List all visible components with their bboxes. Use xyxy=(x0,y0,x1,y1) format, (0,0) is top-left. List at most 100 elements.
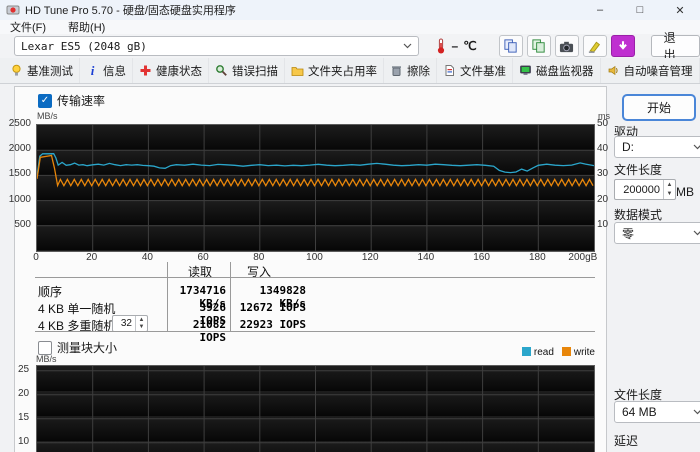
row-4k-multi-write: 22923 IOPS xyxy=(232,318,306,331)
tab-disk-monitor[interactable]: 磁盘监视器 xyxy=(513,58,601,83)
checkbox-checked-icon: ✓ xyxy=(38,94,52,108)
thermometer-icon xyxy=(435,38,447,54)
info-icon: i xyxy=(86,64,99,77)
camera-icon xyxy=(558,39,575,54)
svg-text:i: i xyxy=(91,64,95,77)
tab-benchmark[interactable]: 基准测试 xyxy=(4,58,80,83)
drive-selector-value: Lexar ES5 (2048 gB) xyxy=(21,40,147,53)
tab-label: 信息 xyxy=(103,63,126,79)
legend-write-label: write xyxy=(574,347,595,358)
tab-file-benchmark[interactable]: 文件基准 xyxy=(437,58,513,83)
drive-dropdown-value: D: xyxy=(622,140,634,154)
file-length-unit: MB xyxy=(676,185,694,199)
file-length-label: 文件长度 xyxy=(614,161,662,178)
minimize-button[interactable]: – xyxy=(580,0,620,20)
legend-write: write xyxy=(562,347,595,358)
chart2-legend: read write xyxy=(522,347,595,358)
row-sequential-label: 顺序 xyxy=(38,283,62,300)
spinner-up-icon[interactable]: ▲ xyxy=(664,180,675,190)
spinner-down-icon[interactable]: ▼ xyxy=(136,324,147,332)
chart2-y-unit: MB/s xyxy=(36,354,57,364)
copy-blue-icon xyxy=(503,38,519,54)
menu-bar: 文件(F) 帮助(H) xyxy=(0,20,700,34)
hd-tune-window: HD Tune Pro 5.70 - 硬盘/固态硬盘实用程序 – □ ✕ 文件(… xyxy=(0,0,700,452)
tab-health[interactable]: 健康状态 xyxy=(133,58,209,83)
copy-image-button[interactable] xyxy=(527,35,551,57)
tab-aam[interactable]: 自动噪音管理 xyxy=(601,58,700,83)
queue-depth-value: 32 xyxy=(113,318,135,329)
tab-label: 磁盘监视器 xyxy=(536,63,594,79)
temperature-value: – xyxy=(452,39,459,53)
menu-help[interactable]: 帮助(H) xyxy=(66,19,107,35)
tab-label: 健康状态 xyxy=(156,63,202,79)
legend-read-label: read xyxy=(534,347,554,358)
chart1-y2-unit: ms xyxy=(598,111,610,121)
maximize-button[interactable]: □ xyxy=(620,0,660,20)
drive-selector[interactable]: Lexar ES5 (2048 gB) xyxy=(14,36,419,56)
data-mode-value: 零 xyxy=(622,225,634,242)
tab-label: 自动噪音管理 xyxy=(624,63,693,79)
exit-button[interactable]: 退出 xyxy=(651,35,700,57)
file-length2-dropdown[interactable]: 64 MB xyxy=(614,401,700,423)
transfer-rate-chart xyxy=(36,124,595,252)
tab-info[interactable]: i 信息 xyxy=(80,58,133,83)
toolbar-buttons xyxy=(499,35,635,57)
copy-green-icon xyxy=(531,38,547,54)
highlight-button[interactable] xyxy=(583,35,607,57)
title-bar: HD Tune Pro 5.70 - 硬盘/固态硬盘实用程序 – □ ✕ xyxy=(0,0,700,20)
row-4k-single-write: 12672 IOPS xyxy=(232,301,306,314)
transfer-rate-label: 传输速率 xyxy=(57,92,105,109)
chevron-down-icon xyxy=(693,230,700,236)
block-size-chart xyxy=(36,365,595,452)
highlighter-icon xyxy=(587,39,602,54)
block-size-label: 测量块大小 xyxy=(57,339,117,356)
file-length-value: 200000 xyxy=(615,184,663,196)
speaker-icon xyxy=(607,64,620,77)
spinner-arrows: ▲▼ xyxy=(663,180,675,199)
tab-erase[interactable]: 擦除 xyxy=(384,58,437,83)
chevron-down-icon xyxy=(693,144,700,150)
tab-label: 文件夹占用率 xyxy=(308,63,377,79)
spinner-arrows: ▲▼ xyxy=(135,316,147,331)
latency-label: 延迟 xyxy=(614,432,638,449)
toolbar: Lexar ES5 (2048 gB) – ℃ 退出 xyxy=(0,34,700,59)
tab-label: 错误扫描 xyxy=(232,63,278,79)
app-icon xyxy=(6,3,20,17)
magnifier-icon xyxy=(215,64,228,77)
table-vline-2 xyxy=(230,262,231,331)
drive-dropdown[interactable]: D: xyxy=(614,136,700,158)
chevron-down-icon xyxy=(403,43,412,49)
screenshot-button[interactable] xyxy=(555,35,579,57)
spinner-up-icon[interactable]: ▲ xyxy=(136,316,147,324)
data-mode-dropdown[interactable]: 零 xyxy=(614,222,700,244)
health-cross-icon xyxy=(139,64,152,77)
save-results-button[interactable] xyxy=(611,35,635,57)
checkbox-unchecked-icon xyxy=(38,341,52,355)
legend-read: read xyxy=(522,347,554,358)
window-title: HD Tune Pro 5.70 - 硬盘/固态硬盘实用程序 xyxy=(25,2,236,18)
temperature-display: – ℃ xyxy=(435,38,477,54)
data-mode-label: 数据模式 xyxy=(614,206,662,223)
trash-icon xyxy=(390,64,403,77)
monitor-icon xyxy=(519,64,532,77)
tab-bar: 基准测试 i信息 健康状态 错误扫描 文件夹占用率 擦除 文件基准 磁盘监视器 … xyxy=(0,58,700,84)
write-swatch-icon xyxy=(562,347,571,356)
queue-depth-spinner[interactable]: 32 ▲▼ xyxy=(112,315,148,332)
spinner-down-icon[interactable]: ▼ xyxy=(664,190,675,200)
tab-label: 擦除 xyxy=(407,63,430,79)
tab-folder-usage[interactable]: 文件夹占用率 xyxy=(285,58,384,83)
close-button[interactable]: ✕ xyxy=(660,0,700,20)
copy-text-button[interactable] xyxy=(499,35,523,57)
file-icon xyxy=(443,64,456,77)
read-swatch-icon xyxy=(522,347,531,356)
menu-file[interactable]: 文件(F) xyxy=(8,19,48,35)
tab-error-scan[interactable]: 错误扫描 xyxy=(209,58,285,83)
table-header-divider xyxy=(35,277,595,278)
start-button[interactable]: 开始 xyxy=(622,94,696,121)
transfer-rate-checkbox[interactable]: ✓ 传输速率 xyxy=(38,92,105,109)
file-length-spinner[interactable]: 200000 ▲▼ xyxy=(614,179,676,200)
chevron-down-icon xyxy=(693,409,700,415)
download-arrow-icon xyxy=(616,39,630,53)
chart1-y-unit: MB/s xyxy=(37,111,58,121)
temperature-unit: ℃ xyxy=(463,39,476,53)
